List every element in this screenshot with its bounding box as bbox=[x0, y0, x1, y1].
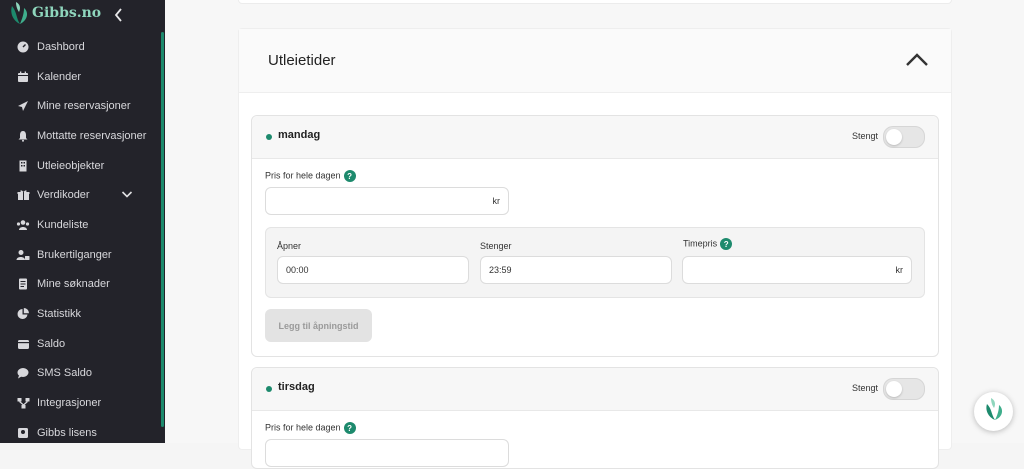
chat-launcher-button[interactable] bbox=[974, 392, 1013, 431]
sidebar-item-saldo[interactable]: Saldo bbox=[0, 330, 160, 358]
sidebar-item-verdikoder[interactable]: Verdikoder bbox=[0, 181, 160, 209]
sidebar-item-brukertilganger[interactable]: Brukertilganger bbox=[0, 241, 160, 269]
full-day-price-input[interactable]: kr bbox=[265, 187, 509, 215]
sidebar-item-label: Mottatte reservasjoner bbox=[37, 130, 147, 142]
sidebar-item-label: Verdikoder bbox=[37, 189, 90, 201]
sidebar-item-utleieobjekter[interactable]: Utleieobjekter bbox=[0, 152, 160, 180]
sidebar-item-label: Saldo bbox=[37, 338, 66, 350]
sidebar-item-label: Mine reservasjoner bbox=[37, 100, 131, 112]
calendar-icon bbox=[16, 70, 30, 84]
toggle-knob bbox=[886, 129, 902, 145]
opens-value: 00:00 bbox=[286, 265, 309, 275]
sidebar-item-integrasjoner[interactable]: Integrasjoner bbox=[0, 389, 160, 417]
day-header: mandag Stengt bbox=[252, 116, 938, 159]
day-dot bbox=[266, 386, 272, 392]
closed-toggle[interactable] bbox=[883, 126, 925, 148]
sidebar-item-mottatte-reservasjoner[interactable]: Mottatte reservasjoner bbox=[0, 122, 160, 150]
day-header: tirsdag Stengt bbox=[252, 368, 938, 411]
sidebar-item-label: Statistikk bbox=[37, 308, 82, 320]
closes-label: Stenger bbox=[480, 241, 512, 251]
opens-input[interactable]: 00:00 bbox=[277, 256, 469, 284]
sidebar-item-sms-saldo[interactable]: SMS Saldo bbox=[0, 359, 160, 387]
day-card-mandag: mandag Stengt Pris for hele dagen? kr Åp… bbox=[251, 115, 939, 357]
full-day-price-label-row: Pris for hele dagen? bbox=[265, 170, 356, 182]
full-day-price-input[interactable] bbox=[265, 439, 509, 467]
sidebar-item-dashbord[interactable]: Dashbord bbox=[0, 33, 160, 61]
brand[interactable]: Gibbs.no bbox=[0, 0, 160, 28]
sidebar-item-label: Kundeliste bbox=[37, 219, 89, 231]
add-opening-time-button[interactable]: Legg til åpningstid bbox=[265, 309, 372, 342]
full-day-price-label: Pris for hele dagen bbox=[265, 422, 341, 433]
section-title: Utleietider bbox=[268, 52, 336, 69]
paper-plane-icon bbox=[16, 99, 30, 113]
previous-section-card bbox=[238, 0, 952, 4]
pie-chart-icon bbox=[16, 307, 30, 321]
utleietider-section: Utleietider mandag Stengt Pris for hele … bbox=[238, 28, 952, 469]
chat-bubble-icon bbox=[16, 366, 30, 380]
section-header[interactable]: Utleietider bbox=[239, 29, 951, 93]
users-icon bbox=[16, 218, 30, 232]
currency-suffix: kr bbox=[895, 265, 904, 275]
sidebar-item-label: Integrasjoner bbox=[37, 397, 102, 409]
sidebar-item-gibbs-lisens[interactable]: Gibbs lisens bbox=[0, 419, 160, 443]
hourly-price-label-row: Timepris? bbox=[683, 238, 733, 250]
sidebar-item-label: SMS Saldo bbox=[37, 367, 93, 379]
toggle-knob bbox=[886, 381, 902, 397]
sidebar-item-kalender[interactable]: Kalender bbox=[0, 63, 160, 91]
sidebar-item-mine-reservasjoner[interactable]: Mine reservasjoner bbox=[0, 92, 160, 120]
hourly-price-label: Timepris bbox=[683, 238, 718, 249]
building-icon bbox=[16, 159, 30, 173]
closed-label: Stengt bbox=[852, 131, 879, 141]
day-card-tirsdag: tirsdag Stengt Pris for hele dagen? bbox=[251, 367, 939, 469]
gift-icon bbox=[16, 188, 30, 202]
day-name: tirsdag bbox=[278, 381, 315, 393]
wallet-icon bbox=[16, 337, 30, 351]
sidebar-item-label: Brukertilganger bbox=[37, 249, 112, 261]
closed-label: Stengt bbox=[852, 383, 879, 393]
user-lock-icon bbox=[16, 248, 30, 262]
integration-icon bbox=[16, 396, 30, 410]
opens-label: Åpner bbox=[277, 241, 302, 251]
closes-value: 23:59 bbox=[489, 265, 512, 275]
help-icon[interactable]: ? bbox=[343, 422, 356, 434]
help-icon[interactable]: ? bbox=[343, 170, 356, 182]
day-dot bbox=[266, 134, 272, 140]
sidebar-item-label: Gibbs lisens bbox=[37, 427, 97, 439]
license-icon bbox=[16, 426, 30, 440]
bell-icon bbox=[16, 129, 30, 143]
gibbs-leaf-logo-icon bbox=[8, 0, 30, 31]
chevron-up-icon[interactable] bbox=[905, 53, 929, 72]
sidebar-scrollbar[interactable] bbox=[161, 32, 164, 427]
closes-input[interactable]: 23:59 bbox=[480, 256, 672, 284]
document-icon bbox=[16, 277, 30, 291]
sidebar-item-label: Utleieobjekter bbox=[37, 160, 105, 172]
closed-toggle[interactable] bbox=[883, 378, 925, 400]
sidebar-item-kundeliste[interactable]: Kundeliste bbox=[0, 211, 160, 239]
gibbs-leaf-logo-icon bbox=[982, 396, 1006, 427]
currency-suffix: kr bbox=[492, 196, 501, 206]
sidebar-item-statistikk[interactable]: Statistikk bbox=[0, 300, 160, 328]
sidebar-item-mine-soknader[interactable]: Mine søknader bbox=[0, 270, 160, 298]
full-day-price-label: Pris for hele dagen bbox=[265, 170, 341, 181]
dashboard-gauge-icon bbox=[16, 40, 30, 54]
hourly-price-input[interactable]: kr bbox=[682, 256, 912, 284]
day-name: mandag bbox=[278, 129, 321, 141]
help-icon[interactable]: ? bbox=[720, 238, 733, 250]
full-day-price-label-row: Pris for hele dagen? bbox=[265, 422, 356, 434]
sidebar-item-label: Kalender bbox=[37, 71, 82, 83]
sidebar: Gibbs.no Dashbord Kalender Mine reservas… bbox=[0, 0, 165, 443]
chevron-left-icon[interactable] bbox=[112, 6, 126, 24]
opening-hours-box: Åpner 00:00 Stenger 23:59 Timepris? kr bbox=[265, 227, 925, 298]
main-content: Utleietider mandag Stengt Pris for hele … bbox=[165, 0, 1024, 469]
sidebar-item-label: Mine søknader bbox=[37, 278, 110, 290]
brand-name: Gibbs.no bbox=[32, 5, 102, 21]
chevron-down-icon[interactable] bbox=[121, 190, 133, 202]
sidebar-item-label: Dashbord bbox=[37, 41, 85, 53]
